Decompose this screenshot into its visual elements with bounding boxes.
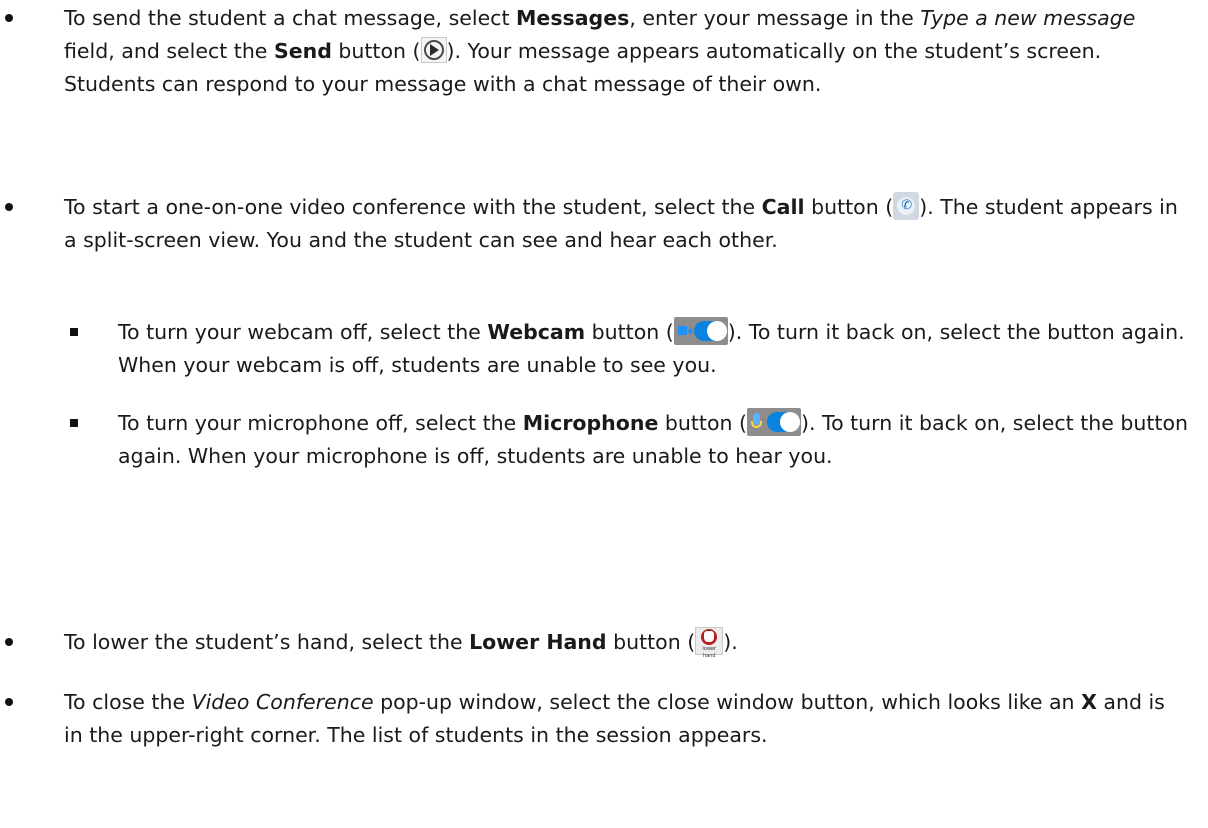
microphone-toggle-icon — [747, 408, 802, 436]
lower-hand-caption: lower hand — [702, 646, 717, 659]
send-term: Send — [273, 39, 332, 63]
webcam-toggle-icon — [673, 317, 728, 345]
bullet-marker — [5, 14, 13, 22]
call-term: Call — [761, 195, 805, 219]
text: To lower the student’s hand, select the — [64, 630, 470, 654]
send-arrow-icon — [420, 37, 447, 63]
text: , enter your message in the — [629, 6, 921, 30]
bullet-marker — [5, 698, 13, 706]
subbullet-webcam: To turn your webcam off, select the Webc… — [70, 316, 1193, 382]
raised-hand-icon: lower hand — [695, 627, 724, 659]
text: button ( — [606, 630, 696, 654]
text: To start a one-on-one video conference w… — [64, 195, 762, 219]
bullet-close-window: To close the Video Conference pop-up win… — [5, 686, 1189, 752]
text: ). — [723, 630, 738, 654]
lower-hand-term: Lower Hand — [469, 630, 607, 654]
text: To send the student a chat message, sele… — [64, 6, 517, 30]
text: button ( — [658, 411, 748, 435]
square-marker — [70, 328, 78, 336]
video-conference-term: Video Conference — [191, 690, 374, 714]
bullet-lower-hand: To lower the student’s hand, select the … — [5, 626, 1189, 659]
instruction-document: To send the student a chat message, sele… — [0, 0, 1208, 828]
bullet-marker — [5, 638, 13, 646]
bullet-send-message: To send the student a chat message, sele… — [5, 2, 1189, 101]
webcam-term: Webcam — [487, 320, 586, 344]
x-term: X — [1081, 690, 1097, 714]
bullet-marker — [5, 203, 13, 211]
subbullet-microphone: To turn your microphone off, select the … — [70, 407, 1193, 473]
bullet-start-call: To start a one-on-one video conference w… — [5, 191, 1189, 257]
text: pop-up window, select the close window b… — [373, 690, 1082, 714]
text: To turn your microphone off, select the — [118, 411, 523, 435]
messages-term: Messages — [516, 6, 630, 30]
text: button ( — [585, 320, 674, 344]
square-marker — [70, 419, 78, 427]
text: button ( — [331, 39, 421, 63]
type-message-term: Type a new message — [920, 6, 1136, 30]
phone-icon: ✆ — [893, 192, 920, 220]
text: button ( — [804, 195, 894, 219]
text: To close the — [64, 690, 192, 714]
text: field, and select the — [64, 39, 274, 63]
text: To turn your webcam off, select the — [118, 320, 488, 344]
microphone-term: Microphone — [522, 411, 659, 435]
